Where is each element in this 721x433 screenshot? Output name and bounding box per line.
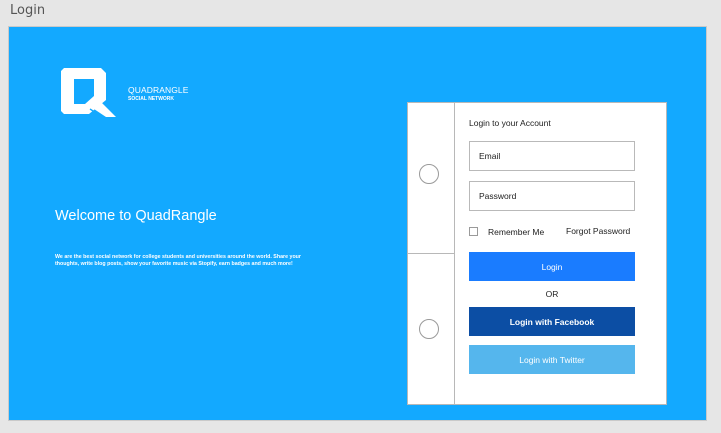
or-separator: OR (545, 289, 559, 299)
welcome-heading: Welcome to QuadRangle (55, 208, 217, 224)
lower-radio-circle[interactable] (419, 319, 439, 339)
brand-name: QUADRANGLE (128, 85, 189, 95)
remember-me-label[interactable]: Remember Me (488, 227, 544, 237)
welcome-description: We are the best social network for colle… (55, 254, 301, 267)
login-canvas: QUADRANGLE SOCIAL NETWORK Welcome to Qua… (8, 26, 707, 421)
password-field[interactable] (469, 181, 635, 211)
facebook-login-button[interactable]: Login with Facebook (469, 307, 635, 336)
quadrangle-logo-icon (61, 68, 116, 118)
window-title: Login (10, 3, 46, 18)
login-card-title: Login to your Account (469, 118, 551, 128)
remember-me-checkbox[interactable] (469, 227, 478, 236)
side-panel (407, 102, 455, 405)
email-field[interactable] (469, 141, 635, 171)
brand-tagline: SOCIAL NETWORK (128, 96, 175, 102)
forgot-password-link[interactable]: Forgot Password (566, 226, 630, 236)
login-button[interactable]: Login (469, 252, 635, 281)
upper-radio-circle[interactable] (419, 164, 439, 184)
login-card: Login to your Account Remember Me Forgot… (455, 102, 667, 405)
side-divider (408, 253, 454, 254)
twitter-login-button[interactable]: Login with Twitter (469, 345, 635, 374)
